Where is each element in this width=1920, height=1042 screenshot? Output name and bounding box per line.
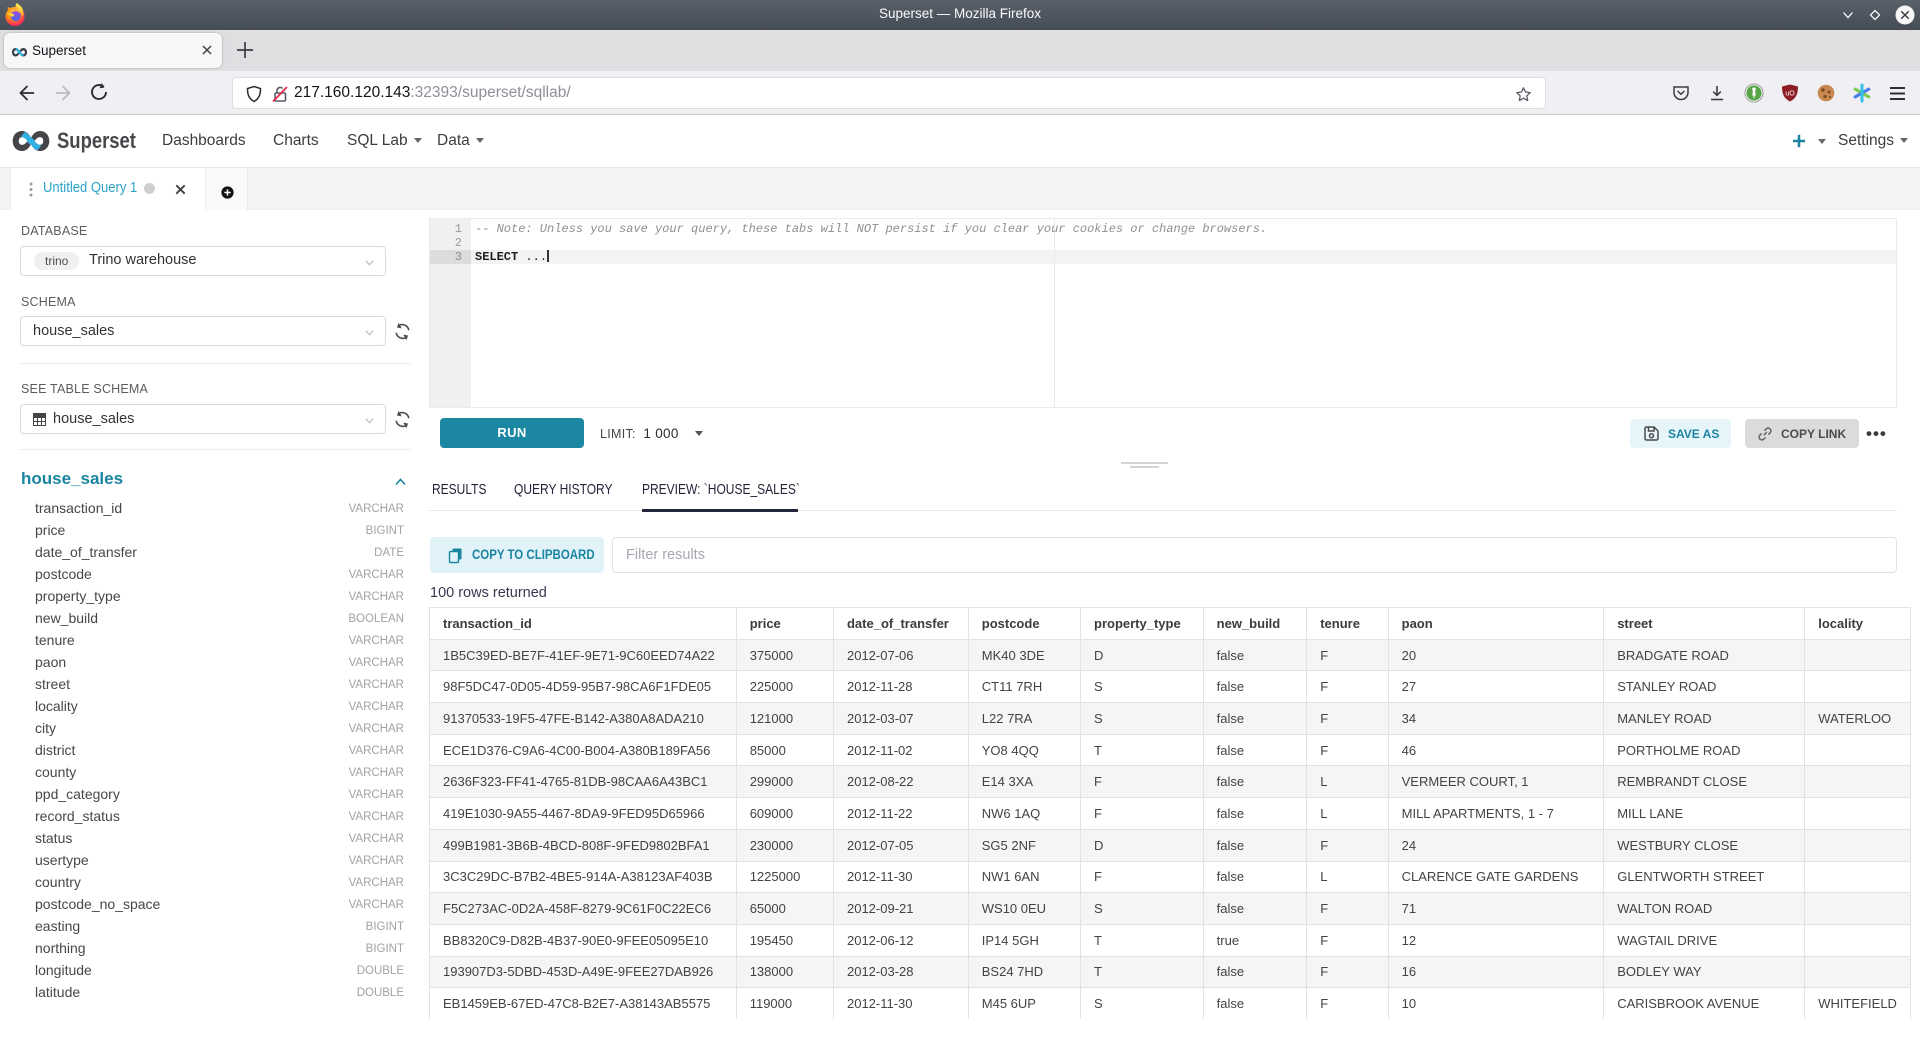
svg-text:uO: uO [1785,91,1795,98]
